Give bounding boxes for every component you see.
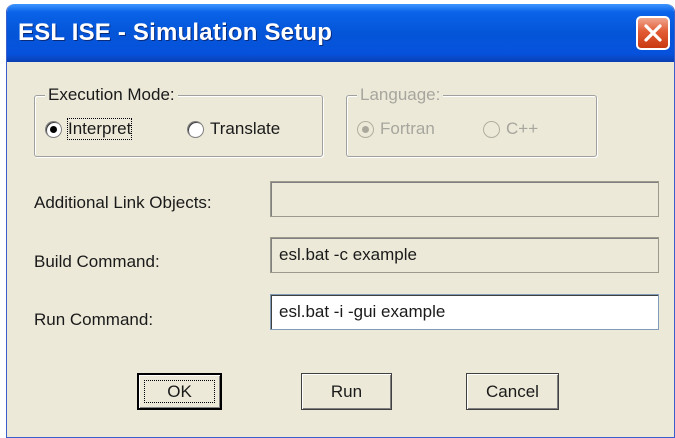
radio-interpret[interactable]: Interpret — [45, 118, 133, 140]
ok-button[interactable]: OK — [137, 373, 222, 410]
radio-translate-label: Translate — [210, 119, 281, 138]
radio-button-icon[interactable] — [187, 120, 204, 138]
radio-fortran-label: Fortran — [380, 119, 435, 138]
cancel-button[interactable]: Cancel — [466, 373, 559, 410]
radio-translate[interactable]: Translate — [187, 119, 280, 139]
title-bar[interactable]: ESL ISE - Simulation Setup — [7, 4, 674, 62]
execution-mode-legend: Execution Mode: — [45, 85, 178, 105]
cancel-button-label: Cancel — [486, 382, 539, 401]
radio-cpp-label: C++ — [506, 119, 539, 138]
language-group: Language: Fortran C++ — [346, 85, 597, 157]
ok-button-label: OK — [139, 375, 220, 408]
build-command-label: Build Command: — [34, 252, 160, 271]
close-button[interactable] — [636, 16, 670, 50]
radio-cpp: C++ — [483, 119, 538, 139]
run-command-input[interactable]: esl.bat -i -gui example — [270, 294, 659, 330]
run-command-label: Run Command: — [34, 310, 154, 329]
radio-fortran: Fortran — [357, 119, 435, 139]
radio-button-checked-icon[interactable] — [45, 120, 62, 138]
radio-button-disabled-icon — [483, 120, 500, 138]
additional-link-objects-label: Additional Link Objects: — [34, 193, 212, 212]
close-icon — [644, 24, 662, 42]
build-command-field: esl.bat -c example — [270, 237, 659, 273]
execution-mode-group: Execution Mode: Interpret Translate — [34, 85, 323, 157]
radio-button-disabled-checked-icon — [357, 120, 374, 138]
simulation-setup-dialog: ESL ISE - Simulation Setup Execution Mod… — [6, 4, 675, 438]
radio-interpret-label: Interpret — [66, 118, 133, 140]
additional-link-objects-field — [270, 181, 659, 217]
window-title: ESL ISE - Simulation Setup — [18, 19, 333, 46]
language-legend: Language: — [357, 85, 444, 105]
run-button[interactable]: Run — [301, 373, 392, 410]
run-button-label: Run — [330, 382, 363, 401]
